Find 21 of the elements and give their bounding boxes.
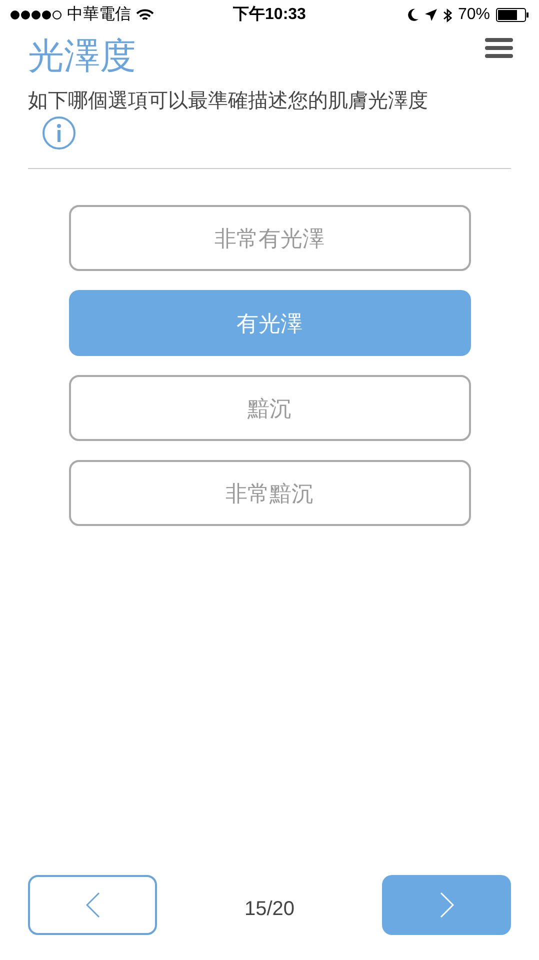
chevron-left-icon <box>86 892 100 918</box>
answer-option[interactable]: 非常有光澤 <box>68 205 470 271</box>
battery-icon <box>496 8 529 22</box>
page-title: 光澤度 <box>28 34 136 78</box>
progress-counter: 15/20 <box>244 897 295 922</box>
answer-option[interactable]: 非常黯沉 <box>68 460 470 526</box>
wifi-icon <box>136 8 154 22</box>
carrier-name: 中華電信 <box>67 4 131 25</box>
back-button[interactable] <box>28 875 157 935</box>
answer-option[interactable]: 黯沉 <box>68 375 470 441</box>
chevron-right-icon <box>440 892 454 918</box>
question-text: 如下哪個選項可以最準確描述您的肌膚光澤度 <box>28 90 428 112</box>
battery-percent: 70% <box>458 5 490 25</box>
bluetooth-icon <box>442 8 452 22</box>
menu-icon[interactable] <box>485 38 513 58</box>
moon-icon <box>406 8 419 22</box>
location-arrow-icon <box>424 9 437 21</box>
info-icon[interactable] <box>42 116 76 150</box>
signal-icon <box>10 10 62 20</box>
status-time: 下午10:33 <box>232 4 307 25</box>
answer-option[interactable]: 有光澤 <box>68 290 470 356</box>
